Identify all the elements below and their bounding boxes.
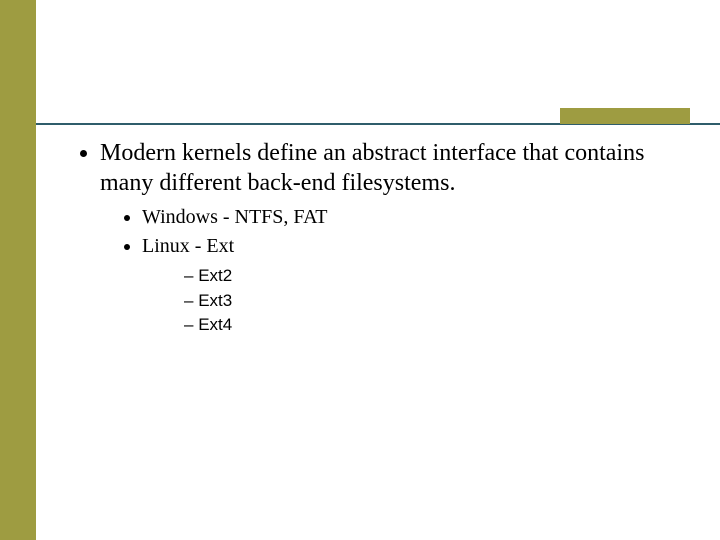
bullet-list-level1: Modern kernels define an abstract interf… (72, 138, 670, 338)
bullet-text: Ext2 (198, 266, 232, 285)
bullet-text: Ext4 (198, 315, 232, 334)
bullet-text: Linux - Ext (142, 235, 234, 257)
list-item: Linux - Ext Ext2 Ext3 Ext4 (142, 233, 670, 338)
list-item: Ext2 (184, 264, 670, 289)
bullet-list-level2: Windows - NTFS, FAT Linux - Ext Ext2 Ext… (100, 204, 670, 338)
accent-block (560, 108, 690, 124)
slide: Modern kernels define an abstract interf… (0, 0, 720, 540)
left-accent-bar (0, 0, 36, 540)
list-item: Ext4 (184, 313, 670, 338)
bullet-text: Modern kernels define an abstract interf… (100, 140, 644, 196)
slide-body: Modern kernels define an abstract interf… (72, 138, 670, 344)
bullet-list-level3: Ext2 Ext3 Ext4 (142, 264, 670, 338)
list-item: Windows - NTFS, FAT (142, 204, 670, 231)
list-item: Ext3 (184, 289, 670, 314)
bullet-text: Windows - NTFS, FAT (142, 206, 328, 228)
list-item: Modern kernels define an abstract interf… (100, 138, 670, 338)
bullet-text: Ext3 (198, 291, 232, 310)
